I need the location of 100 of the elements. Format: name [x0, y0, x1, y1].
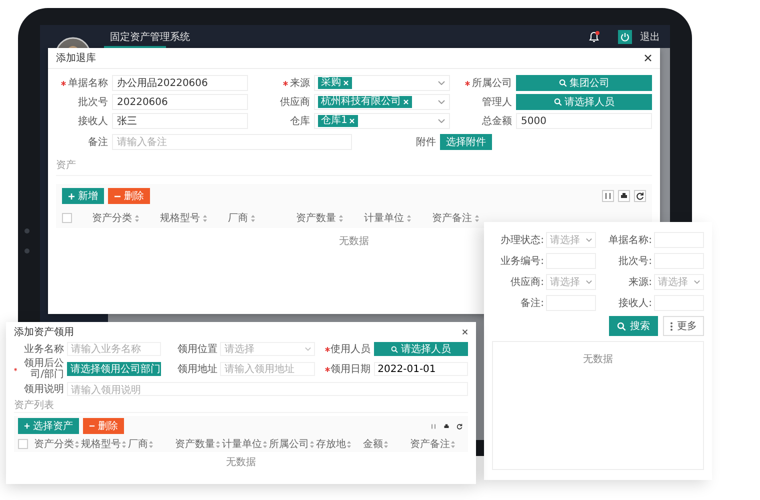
tag-chip[interactable]: 采购	[318, 77, 352, 89]
sort-icon[interactable]	[75, 440, 79, 448]
column-header[interactable]: 资产分类	[92, 211, 132, 225]
search-button[interactable]: 搜索	[609, 316, 658, 336]
column-header[interactable]: 厂商	[228, 211, 248, 225]
text-field[interactable]: 办公用品20220606	[112, 75, 248, 91]
print-icon[interactable]	[442, 422, 451, 430]
column-header[interactable]: 存放地	[316, 437, 346, 451]
app-title: 固定资产管理系统	[110, 30, 190, 44]
field-label: 领用地址	[177, 364, 218, 374]
required-icon	[14, 366, 18, 372]
sort-icon[interactable]	[475, 214, 479, 222]
field-label: 所属公司	[472, 76, 512, 90]
power-button[interactable]	[618, 30, 632, 44]
sort-icon[interactable]	[451, 440, 455, 448]
required-icon	[283, 80, 288, 86]
sort-icon[interactable]	[149, 440, 153, 448]
date-field[interactable]: 2022-01-01	[374, 362, 468, 376]
caret-icon	[438, 81, 445, 85]
required-icon	[465, 80, 470, 86]
search-icon	[558, 79, 566, 87]
column-header[interactable]: 金额	[363, 437, 383, 451]
more-button[interactable]: 更多	[663, 316, 704, 336]
column-header[interactable]: 厂商	[128, 437, 148, 451]
column-header[interactable]: 计量单位	[364, 211, 404, 225]
more-icon	[670, 322, 673, 330]
field-label: 接收人:	[618, 296, 652, 310]
print-icon[interactable]	[618, 190, 630, 202]
picker-button[interactable]: 集团公司	[516, 75, 652, 91]
remark-field[interactable]: 请输入领用说明	[67, 382, 468, 396]
delete-button[interactable]: 删除	[108, 188, 150, 204]
field-label: 业务编号:	[500, 254, 544, 268]
field-label: 办理状态:	[500, 234, 544, 247]
sort-icon[interactable]	[407, 214, 411, 222]
sort-icon[interactable]	[310, 440, 314, 448]
checkbox[interactable]	[18, 439, 28, 449]
bell-icon[interactable]	[588, 30, 600, 42]
camera-icon	[24, 228, 30, 254]
picker-button[interactable]: 请选择人员	[374, 342, 468, 356]
select-field[interactable]: 采购	[314, 75, 450, 91]
logout-link[interactable]: 退出	[640, 30, 660, 44]
field-label: 来源:	[628, 276, 652, 289]
column-header[interactable]: 规格型号	[160, 211, 200, 225]
required-icon	[324, 366, 330, 372]
sort-icon[interactable]	[203, 214, 207, 222]
empty-text: 无数据	[226, 456, 256, 470]
field-label: 业务名称	[24, 344, 64, 354]
sort-icon[interactable]	[263, 440, 267, 448]
close-icon[interactable]	[644, 54, 652, 62]
sort-icon[interactable]	[347, 440, 351, 448]
close-icon[interactable]	[462, 329, 468, 335]
columns-icon[interactable]	[602, 190, 614, 202]
column-header[interactable]: 资产分类	[34, 437, 74, 451]
field-label: 备注:	[520, 296, 544, 310]
sort-icon[interactable]	[339, 214, 343, 222]
add-button[interactable]: 选择资产	[18, 418, 79, 434]
text-field[interactable]: 5000	[516, 113, 652, 129]
add-button[interactable]: 新增	[62, 188, 104, 204]
caret-icon	[438, 119, 445, 123]
checkbox[interactable]	[62, 213, 72, 223]
tab-indicator	[104, 46, 166, 48]
text-field[interactable]: 张三	[112, 113, 248, 129]
column-header[interactable]: 所属公司	[269, 437, 309, 451]
text-field[interactable]: 请输入领用地址	[220, 362, 315, 376]
field-label: 管理人	[482, 96, 512, 109]
select-field[interactable]: 杭州科技有限公司	[314, 94, 450, 110]
caret-icon	[586, 280, 592, 284]
sort-icon[interactable]	[135, 214, 139, 222]
remark-field[interactable]: 请输入备注	[112, 134, 352, 150]
caret-icon	[304, 347, 311, 351]
column-header[interactable]: 计量单位	[222, 437, 262, 451]
column-header[interactable]: 资产备注	[410, 437, 450, 451]
column-header[interactable]: 规格型号	[81, 437, 121, 451]
delete-button[interactable]: 删除	[83, 418, 124, 434]
tag-chip[interactable]: 仓库1	[318, 115, 358, 127]
column-header[interactable]: 资产数量	[175, 437, 215, 451]
picker-button[interactable]: 请选择领用公司部门	[67, 362, 162, 376]
select-field[interactable]: 仓库1	[314, 113, 450, 129]
column-header[interactable]: 资产数量	[296, 211, 336, 225]
attachment-button[interactable]: 选择附件	[440, 134, 492, 150]
field-label: 领用位置	[177, 344, 218, 354]
picker-button[interactable]: 请选择人员	[516, 94, 652, 110]
field-label: 附件	[416, 136, 436, 149]
field-label: 备注	[87, 136, 108, 149]
field-label: 单据名称:	[608, 234, 652, 247]
column-header[interactable]: 资产备注	[432, 211, 472, 225]
text-field[interactable]: 20220606	[112, 94, 248, 110]
caret-icon	[438, 100, 445, 104]
sort-icon[interactable]	[251, 214, 255, 222]
text-field[interactable]: 请输入业务名称	[67, 342, 162, 356]
sort-icon[interactable]	[384, 440, 388, 448]
field-label: 供应商:	[510, 276, 544, 289]
empty-text: 无数据	[583, 353, 613, 367]
field-label: 使用人员	[330, 344, 371, 354]
sort-icon[interactable]	[216, 440, 220, 448]
tag-chip[interactable]: 杭州科技有限公司	[318, 96, 412, 108]
sort-icon[interactable]	[122, 440, 126, 448]
refresh-icon[interactable]	[634, 190, 646, 202]
field-label: 领用后公司/部门	[23, 358, 64, 380]
refresh-icon[interactable]	[455, 422, 464, 430]
